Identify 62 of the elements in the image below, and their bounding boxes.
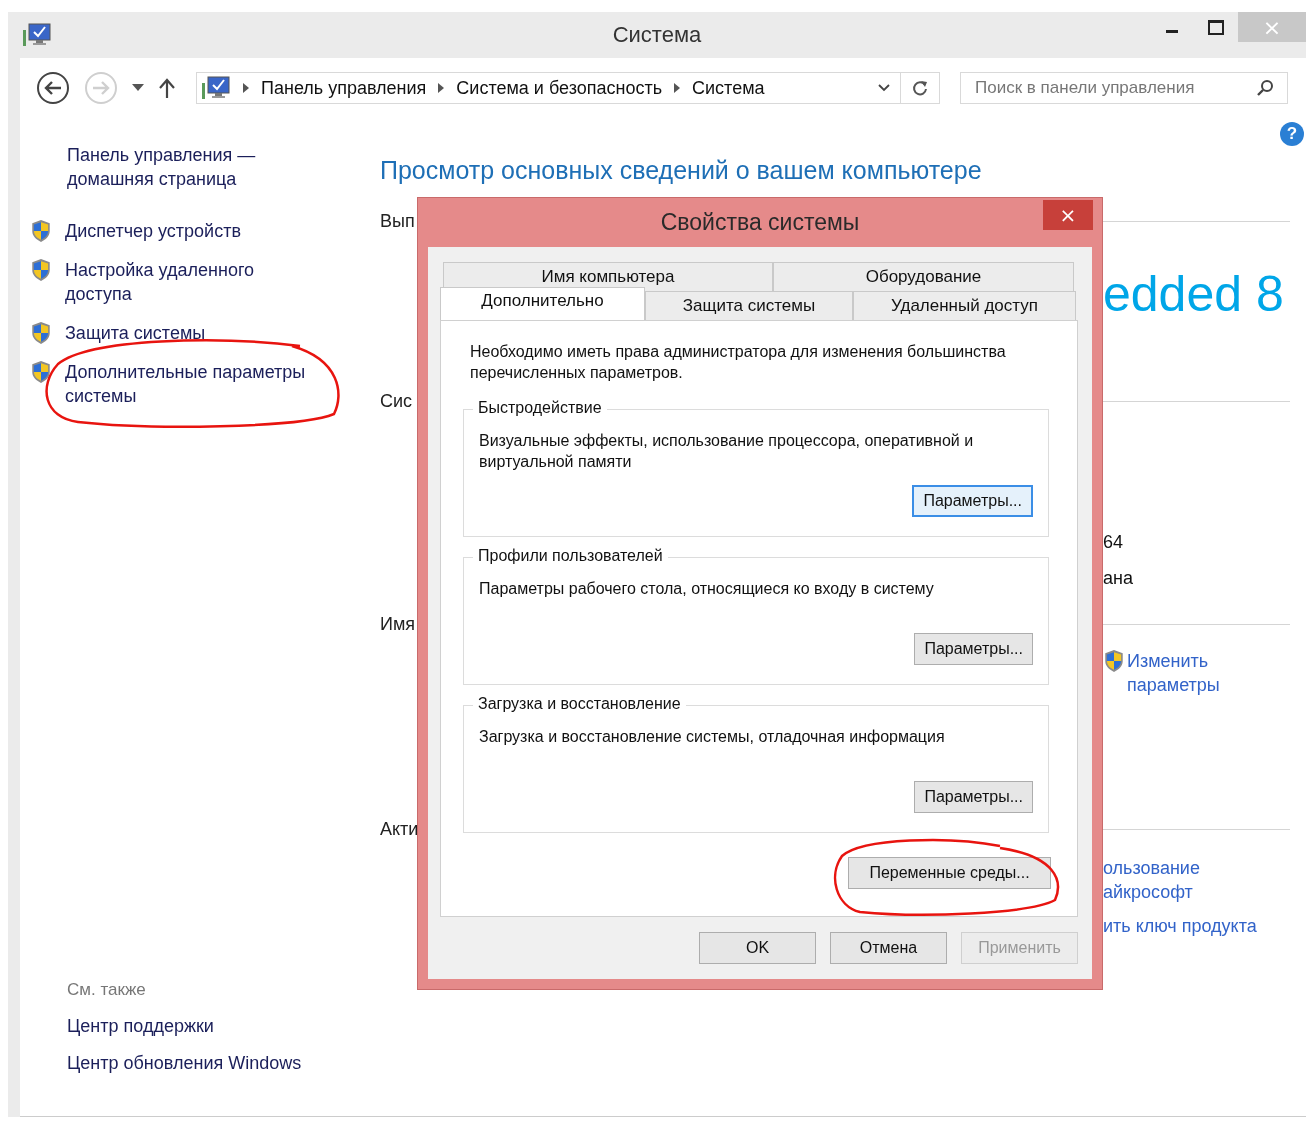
group-description: Визуальные эффекты, использование процессора, оперативной и виртуальной памяти <box>479 431 975 472</box>
shield-icon <box>30 258 52 282</box>
refresh-icon[interactable] <box>911 79 929 97</box>
shield-icon <box>30 360 52 384</box>
computer-icon <box>22 22 52 48</box>
group-title: Быстродействие <box>473 399 607 417</box>
sidebar-link[interactable]: Настройка удаленного доступа <box>65 258 285 306</box>
chevron-icon <box>243 83 249 93</box>
change-settings-link[interactable]: Изменить параметры <box>1127 649 1237 697</box>
search-field[interactable]: Поиск в панели управления <box>960 72 1288 104</box>
sidebar-link[interactable]: Диспетчер устройств <box>65 219 241 243</box>
window-title: Система <box>612 22 702 48</box>
tab[interactable]: Дополнительно <box>440 287 645 320</box>
breadcrumb[interactable]: Система и безопасность <box>456 77 663 99</box>
link[interactable]: ить ключ продукта <box>1103 914 1290 938</box>
computer-icon <box>201 75 231 101</box>
dialog-button[interactable]: OK <box>699 932 816 964</box>
group-description: Загрузка и восстановление системы, отладочная информация <box>479 727 946 747</box>
group-description: Параметры рабочего стола, относящиеся ко входу в систему <box>479 579 935 599</box>
section-heading: См. также <box>67 980 147 1000</box>
info-value: 64 <box>1103 531 1125 554</box>
settings-button[interactable]: Параметры... <box>912 485 1033 517</box>
section-heading: Вып <box>380 211 416 233</box>
tab[interactable]: Оборудование <box>773 262 1074 291</box>
chevron-icon <box>674 83 681 93</box>
search-icon[interactable] <box>1256 79 1274 97</box>
tab[interactable]: Защита системы <box>645 291 853 320</box>
shield-icon <box>1103 649 1125 673</box>
section-heading: Сис <box>380 391 414 413</box>
dialog-title: Свойства системы <box>660 209 860 236</box>
tab[interactable]: Удаленный доступ <box>853 291 1076 320</box>
group-title: Загрузка и восстановление <box>473 695 686 713</box>
breadcrumb[interactable]: Панель управления <box>261 77 427 99</box>
section-heading: Имя <box>380 614 417 636</box>
shield-icon <box>30 321 52 345</box>
shield-icon <box>30 219 52 243</box>
dialog-button[interactable]: Отмена <box>830 932 947 964</box>
settings-button[interactable]: Параметры... <box>914 633 1033 665</box>
sidebar-link[interactable]: Защита системы <box>65 321 206 345</box>
breadcrumb[interactable]: Система <box>692 77 765 99</box>
page-heading: Просмотр основных сведений о вашем компьютере <box>380 156 983 185</box>
sidebar-link[interactable]: Панель управления — домашняя страница <box>67 143 287 191</box>
up-arrow-icon[interactable] <box>158 78 176 98</box>
settings-button[interactable]: Параметры... <box>914 781 1033 813</box>
dropdown-icon[interactable] <box>132 84 144 92</box>
sidebar-link[interactable]: Центр обновления Windows <box>67 1051 380 1075</box>
link[interactable]: ользование айкрософт <box>1103 856 1223 904</box>
address-bar[interactable]: Панель управления Система и безопасность Система <box>196 72 940 104</box>
group-title: Профили пользователей <box>473 547 668 565</box>
back-icon[interactable] <box>36 71 70 105</box>
chevron-down-icon[interactable] <box>878 84 890 92</box>
environment-variables-button[interactable]: Переменные среды... <box>848 857 1051 889</box>
chevron-icon <box>438 83 445 93</box>
sidebar-link[interactable]: Центр поддержки <box>67 1014 380 1038</box>
edition-name: edded 8 <box>1103 266 1285 322</box>
help-icon[interactable]: ? <box>1280 122 1304 146</box>
tab[interactable]: Имя компьютера <box>443 262 773 291</box>
info-value: ана <box>1103 567 1134 590</box>
sidebar-link[interactable]: Дополнительные параметры системы <box>65 360 340 408</box>
notice-text: Необходимо иметь права администратора для изменения большинства перечисленных параметров. <box>470 342 1007 383</box>
close-button[interactable]: × <box>1043 200 1093 230</box>
section-heading: Акти <box>380 819 417 841</box>
